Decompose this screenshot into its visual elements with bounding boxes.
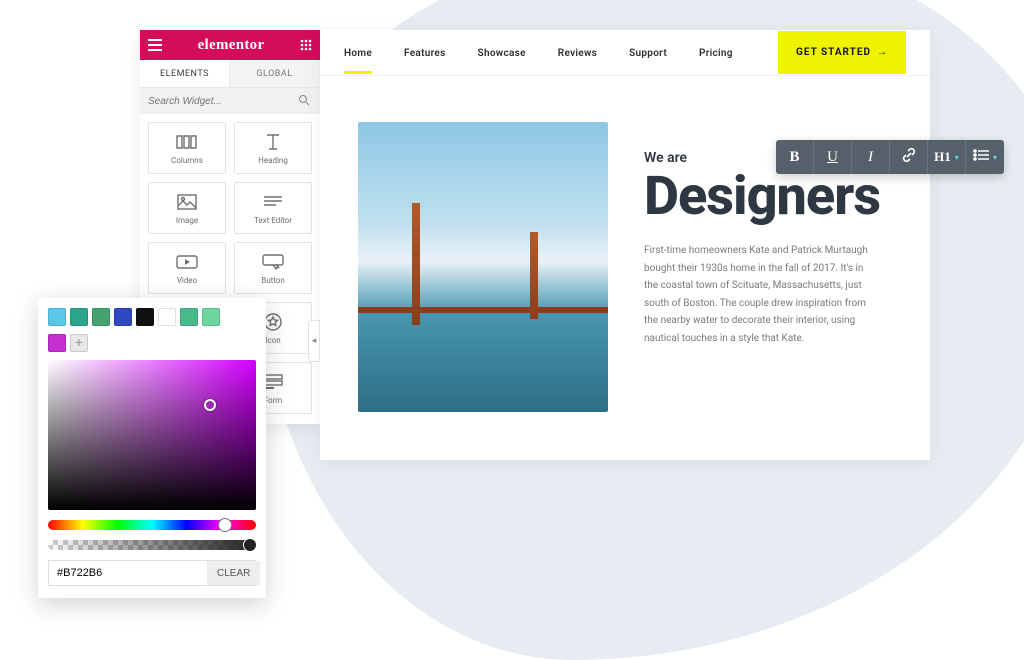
menu-icon[interactable] (148, 39, 162, 51)
hue-slider[interactable] (48, 520, 256, 530)
hex-row: CLEAR (48, 560, 256, 586)
nav-item-support[interactable]: Support (629, 32, 667, 74)
italic-button[interactable]: I (852, 140, 890, 174)
color-picker: + CLEAR (38, 298, 266, 598)
nav-item-showcase[interactable]: Showcase (478, 32, 526, 74)
search-input[interactable] (148, 96, 298, 107)
widget-search (140, 88, 320, 114)
link-button[interactable] (890, 140, 928, 174)
form-icon (263, 372, 283, 392)
bold-button[interactable]: B (776, 140, 814, 174)
add-swatch-button[interactable]: + (70, 334, 88, 352)
clear-button[interactable]: CLEAR (207, 561, 260, 585)
collapse-sidebar-handle[interactable]: ◂ (308, 320, 320, 362)
hero-image[interactable] (358, 122, 608, 412)
tab-elements[interactable]: ELEMENTS (140, 60, 230, 87)
hero-section: We are Designers First-time homeowners K… (320, 76, 930, 412)
get-started-button[interactable]: GET STARTED → (778, 31, 906, 74)
apps-icon[interactable] (300, 39, 312, 51)
swatch[interactable] (158, 308, 176, 326)
sidebar-tabs: ELEMENTS GLOBAL (140, 60, 320, 88)
button-icon (262, 252, 284, 272)
nav-item-features[interactable]: Features (404, 32, 446, 74)
sidebar-header: elementor (140, 30, 320, 60)
brand-label: elementor (198, 37, 265, 54)
widget-image[interactable]: Image (148, 182, 226, 234)
swatch[interactable] (48, 334, 66, 352)
swatch[interactable] (136, 308, 154, 326)
arrow-right-icon: → (877, 47, 888, 58)
hero-title[interactable]: Designers (644, 170, 892, 224)
swatch[interactable] (180, 308, 198, 326)
image-icon (177, 192, 197, 212)
heading-icon (264, 132, 282, 152)
saturation-area[interactable] (48, 360, 256, 510)
nav-item-pricing[interactable]: Pricing (699, 32, 733, 74)
nav-item-home[interactable]: Home (344, 32, 372, 74)
hex-input[interactable] (49, 561, 207, 585)
hero-body[interactable]: First-time homeowners Kate and Patrick M… (644, 242, 874, 347)
swatch[interactable] (202, 308, 220, 326)
hue-handle[interactable] (218, 518, 232, 532)
saturation-handle[interactable] (204, 399, 216, 411)
underline-button[interactable]: U (814, 140, 852, 174)
text-editor-icon (263, 192, 283, 212)
chevron-down-icon: ▾ (955, 153, 959, 162)
tab-global[interactable]: GLOBAL (230, 60, 320, 87)
list-button[interactable]: ▾ (966, 140, 1004, 174)
alpha-slider[interactable] (48, 540, 256, 550)
widget-heading[interactable]: Heading (234, 122, 312, 174)
alpha-handle[interactable] (243, 538, 257, 552)
star-icon (264, 312, 282, 332)
widget-button[interactable]: Button (234, 242, 312, 294)
search-icon[interactable] (298, 94, 312, 109)
columns-icon (176, 132, 198, 152)
swatch[interactable] (70, 308, 88, 326)
swatch[interactable] (92, 308, 110, 326)
chevron-down-icon: ▾ (993, 153, 997, 162)
swatch-presets: + (48, 308, 256, 352)
cta-label: GET STARTED (796, 47, 871, 58)
text-format-toolbar: B U I H1 ▾ ▾ (776, 140, 1004, 174)
heading-button[interactable]: H1 ▾ (928, 140, 966, 174)
video-icon (176, 252, 198, 272)
nav-item-reviews[interactable]: Reviews (558, 32, 597, 74)
swatch[interactable] (48, 308, 66, 326)
widget-video[interactable]: Video (148, 242, 226, 294)
page-canvas: ◂ Home Features Showcase Reviews Support… (320, 30, 930, 460)
site-nav: Home Features Showcase Reviews Support P… (320, 30, 930, 76)
link-icon (901, 147, 917, 168)
swatch[interactable] (114, 308, 132, 326)
widget-text-editor[interactable]: Text Editor (234, 182, 312, 234)
list-icon (973, 148, 989, 166)
widget-columns[interactable]: Columns (148, 122, 226, 174)
